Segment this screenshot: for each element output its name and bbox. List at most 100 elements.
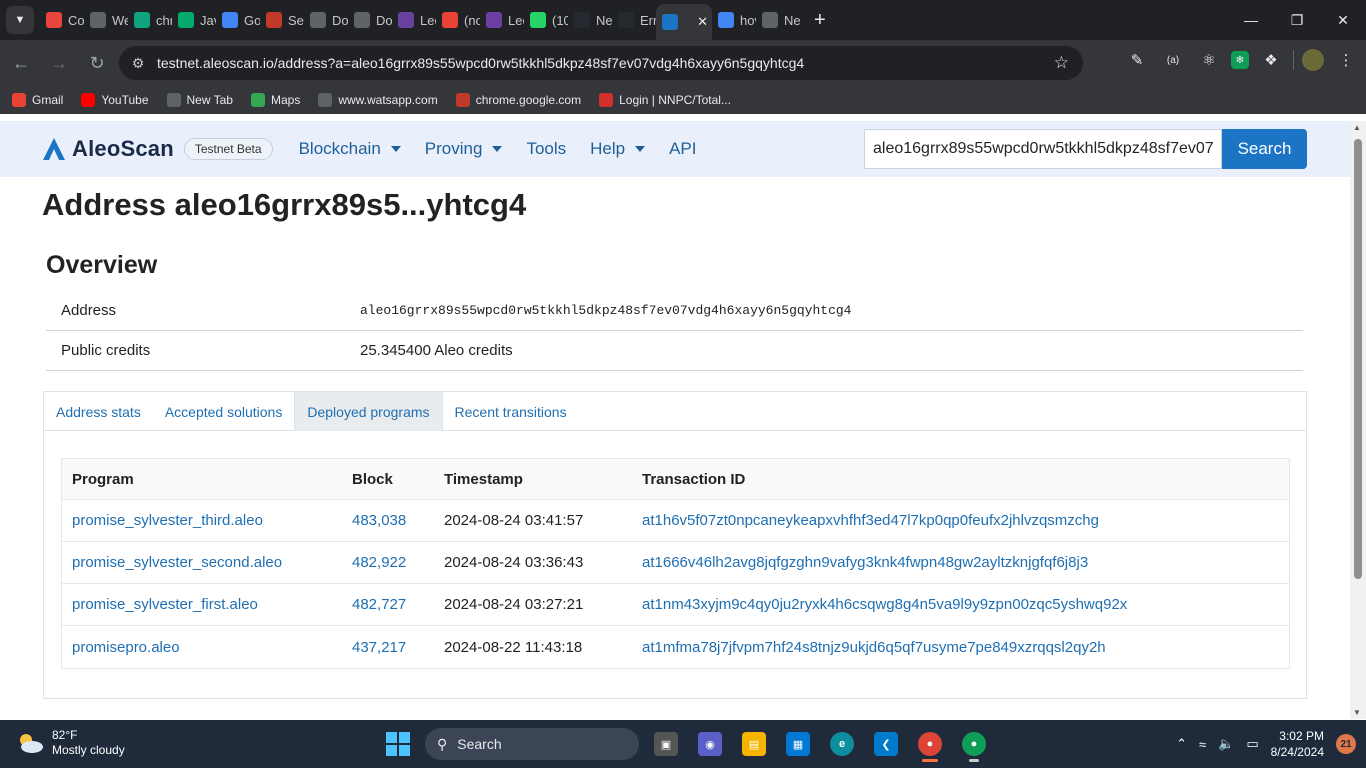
search-button[interactable]: Search [1222, 129, 1307, 169]
taskbar-search[interactable]: ⚲ Search [425, 728, 639, 760]
restore-icon[interactable]: ❐ [1274, 0, 1320, 40]
browser-tab[interactable]: Lec [392, 4, 436, 36]
address-bar[interactable]: ⚙ testnet.aleoscan.io/address?a=aleo16gr… [119, 46, 1083, 80]
program-link[interactable]: promise_sylvester_first.aleo [62, 596, 352, 613]
nav-item-blockchain[interactable]: Blockchain [287, 139, 413, 159]
close-tab-icon[interactable]: ✕ [697, 14, 708, 30]
browser-tab[interactable]: chr [128, 4, 172, 36]
start-button[interactable] [381, 726, 415, 762]
bookmark-item[interactable]: YouTube [81, 93, 149, 107]
tab-address-stats[interactable]: Address stats [44, 392, 153, 431]
overview-table: Address aleo16grrx89s55wpcd0rw5tkkhl5dkp… [46, 291, 1303, 371]
scroll-down-icon[interactable]: ▼ [1353, 708, 1361, 717]
address-value: aleo16grrx89s55wpcd0rw5tkkhl5dkpz48sf7ev… [360, 303, 852, 318]
forward-arrow-icon[interactable]: → [42, 46, 76, 80]
transaction-link[interactable]: at1nm43xyjm9c4qy0ju2ryxk4h6csqwg8g4n5va9… [642, 596, 1289, 613]
tab-search-button[interactable]: ▼ [6, 6, 34, 34]
browser-tab[interactable]: ✕ [656, 4, 712, 40]
wifi-icon[interactable]: ≈ [1199, 737, 1206, 752]
chevron-up-icon[interactable]: ⌃ [1176, 736, 1187, 752]
new-tab-button[interactable]: + [814, 9, 826, 32]
taskbar-apps: ⚲ Search ▣ ◉ ▤ ▦ e ❮ ● ● [381, 726, 991, 762]
toolbar-extensions: ✎ (a) ⚛ ✻ ❖ ⋮ [1123, 46, 1360, 74]
profile-avatar[interactable] [1302, 49, 1324, 71]
block-link[interactable]: 483,038 [352, 512, 444, 529]
block-link[interactable]: 482,727 [352, 596, 444, 613]
site-header: AleoScan Testnet Beta Blockchain Proving T… [0, 121, 1350, 177]
program-link[interactable]: promise_sylvester_third.aleo [62, 512, 352, 529]
bookmark-label: YouTube [101, 93, 149, 107]
chrome-button[interactable]: ● [913, 726, 947, 762]
tab-list: Col We chr Jav Go Sea Do Do Lec (no Lec (10 Ne Erro ✕ h… [40, 0, 800, 40]
vscode-button[interactable]: ❮ [869, 726, 903, 762]
transaction-link[interactable]: at1h6v5f07zt0npcaneykeapxvhfhf3ed47l7kp0… [642, 512, 1289, 529]
tab-recent-transitions[interactable]: Recent transitions [443, 392, 579, 431]
program-link[interactable]: promise_sylvester_second.aleo [62, 554, 352, 571]
bookmark-star-icon[interactable]: ☆ [1054, 53, 1069, 73]
close-window-icon[interactable]: ✕ [1320, 0, 1366, 40]
tab-deployed-programs[interactable]: Deployed programs [294, 392, 443, 431]
file-explorer-button[interactable]: ▤ [737, 726, 771, 762]
browser-tab[interactable]: Lec [480, 4, 524, 36]
clock[interactable]: 3:02 PM 8/24/2024 [1271, 728, 1324, 760]
browser-tab[interactable]: Go [216, 4, 260, 36]
browser-tab[interactable]: Sea [260, 4, 304, 36]
browser-tab[interactable]: hov [712, 4, 756, 36]
browser-tab[interactable]: (10 [524, 4, 568, 36]
taskbar-search-label: Search [457, 736, 502, 752]
notification-badge[interactable]: 21 [1336, 734, 1356, 754]
site-info-icon[interactable]: ⚙ [123, 55, 153, 72]
bookmark-item[interactable]: chrome.google.com [455, 93, 581, 107]
transaction-link[interactable]: at1666v46lh2avg8jqfgzghn9vafyg3knk4fwpn4… [642, 554, 1289, 571]
nav-item-api[interactable]: API [657, 139, 708, 159]
aleoscan-logo[interactable]: AleoScan [42, 136, 174, 162]
weather-widget[interactable]: 82°F Mostly cloudy [16, 728, 125, 758]
bookmark-item[interactable]: Gmail [12, 93, 63, 107]
browser-tab[interactable]: Ne [756, 4, 800, 36]
browser-tab[interactable]: Col [40, 4, 84, 36]
teams-button[interactable]: ◉ [693, 726, 727, 762]
eyedropper-icon[interactable]: ✎ [1123, 46, 1151, 74]
page-scrollbar[interactable]: ▲ ▼ [1350, 121, 1366, 719]
search-input[interactable] [864, 129, 1222, 169]
transaction-link[interactable]: at1mfma78j7jfvpm7hf24s8tnjz9ukjd6q5qf7us… [642, 639, 1289, 656]
edge-button[interactable]: e [825, 726, 859, 762]
minimize-icon[interactable]: — [1228, 0, 1274, 40]
nav-item-help[interactable]: Help [578, 139, 657, 159]
bookmark-item[interactable]: New Tab [166, 93, 233, 107]
scroll-up-icon[interactable]: ▲ [1353, 123, 1361, 132]
browser-tab[interactable]: Erro [612, 4, 656, 36]
browser-tab[interactable]: We [84, 4, 128, 36]
block-link[interactable]: 482,922 [352, 554, 444, 571]
url-text[interactable]: testnet.aleoscan.io/address?a=aleo16grrx… [157, 55, 804, 71]
chrome-profile-button[interactable]: ● [957, 726, 991, 762]
react-devtools-icon[interactable]: ⚛ [1195, 46, 1223, 74]
chatgpt-extension-icon[interactable]: ✻ [1231, 51, 1249, 69]
browser-tab[interactable]: Do [304, 4, 348, 36]
puzzle-extensions-icon[interactable]: ❖ [1257, 46, 1285, 74]
battery-icon[interactable]: ▭ [1246, 736, 1258, 752]
browser-tab[interactable]: (no [436, 4, 480, 36]
extension-icon[interactable]: (a) [1159, 46, 1187, 74]
browser-tab[interactable]: Jav [172, 4, 216, 36]
block-link[interactable]: 437,217 [352, 639, 444, 656]
browser-tab[interactable]: Ne [568, 4, 612, 36]
youtube-icon [81, 93, 96, 107]
scrollbar-thumb[interactable] [1354, 139, 1362, 579]
kebab-menu-icon[interactable]: ⋮ [1332, 46, 1360, 74]
bookmark-item[interactable]: www.watsapp.com [318, 93, 438, 107]
volume-icon[interactable]: 🔈 [1218, 736, 1234, 752]
caret-down-icon [635, 146, 646, 152]
task-view-button[interactable]: ▣ [649, 726, 683, 762]
bookmark-item[interactable]: Maps [250, 93, 300, 107]
overview-row-address: Address aleo16grrx89s55wpcd0rw5tkkhl5dkp… [46, 291, 1303, 331]
nav-item-proving[interactable]: Proving [413, 139, 515, 159]
reload-icon[interactable]: ↻ [80, 46, 114, 80]
bookmark-item[interactable]: Login | NNPC/Total... [599, 93, 731, 107]
program-link[interactable]: promisepro.aleo [62, 639, 352, 656]
nav-item-tools[interactable]: Tools [514, 139, 578, 159]
tab-accepted-solutions[interactable]: Accepted solutions [153, 392, 295, 431]
ms-store-button[interactable]: ▦ [781, 726, 815, 762]
back-arrow-icon[interactable]: ← [4, 46, 38, 80]
browser-tab[interactable]: Do [348, 4, 392, 36]
